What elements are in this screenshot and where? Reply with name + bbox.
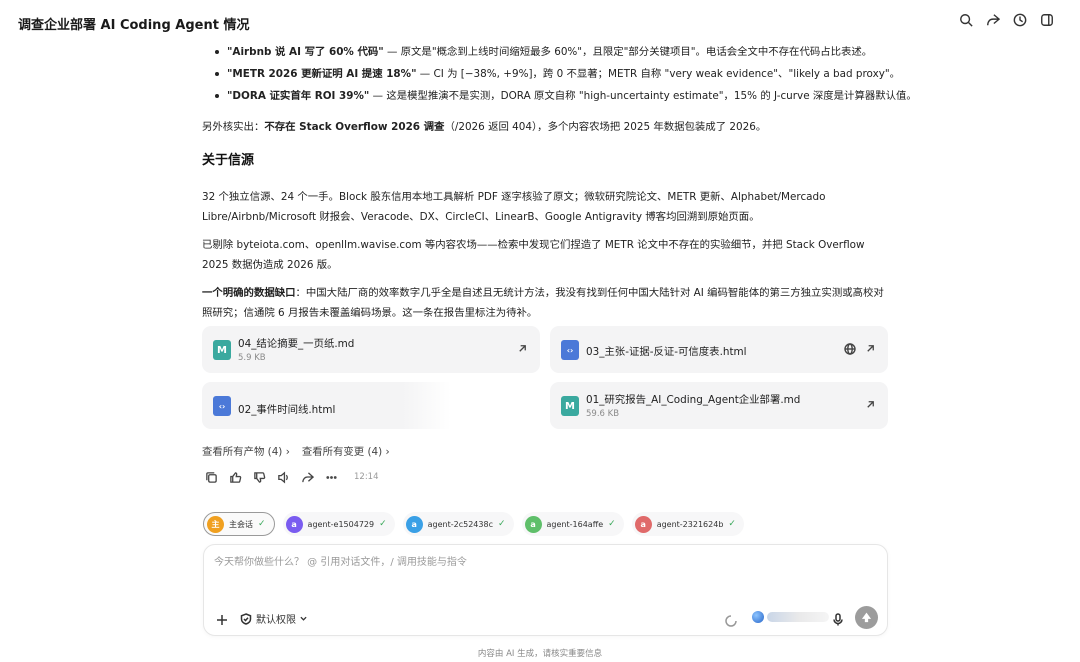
share-icon[interactable] xyxy=(300,470,314,484)
blur-overlay xyxy=(402,382,542,429)
markdown-file-icon: M xyxy=(561,396,579,416)
also-prefix: 另外核实出： xyxy=(202,121,265,133)
file-size: 5.9 KB xyxy=(238,353,266,363)
html-file-icon: ‹› xyxy=(561,340,579,360)
claim-title: "DORA 证实首年 ROI 39%" xyxy=(227,90,370,102)
model-selector[interactable] xyxy=(752,611,829,623)
permission-selector[interactable]: 默认权限 xyxy=(240,611,307,626)
assistant-message: "Airbnb 说 AI 写了 60% 代码" — 原文是"概念到上线时间缩短最… xyxy=(202,42,917,323)
agent-chips: 主 主会话 ✓ a agent-e1504729 ✓ a agent-2c524… xyxy=(203,512,744,536)
list-item: "DORA 证实首年 ROI 39%" — 这是模型推演不是实测，DORA 原文… xyxy=(215,86,917,108)
file-cards: M 04_结论摘要_一页纸.md 5.9 KB ‹› 03_主张-证据-反证-可… xyxy=(202,326,888,429)
file-card[interactable]: M 04_结论摘要_一页纸.md 5.9 KB xyxy=(202,326,540,373)
chat-input[interactable]: 今天帮你做些什么？ @ 引用对话文件，/ 调用技能与指令 默认权限 xyxy=(203,544,888,636)
message-time: 12:14 xyxy=(354,472,379,482)
search-icon[interactable] xyxy=(959,13,973,27)
model-name-blurred xyxy=(767,612,829,622)
open-arrow-icon[interactable] xyxy=(865,399,876,410)
paragraph-sources: 32 个独立信源、24 个一手。Block 股东信用本地工具解析 PDF 逐字核… xyxy=(202,191,826,223)
check-icon: ✓ xyxy=(379,519,387,529)
file-name: 04_结论摘要_一页纸.md xyxy=(238,338,355,350)
view-artifacts-link[interactable]: 查看所有产物 (4) › xyxy=(202,443,290,458)
paragraph-gap: 一个明确的数据缺口：中国大陆厂商的效率数字几乎全是自述且无统计方法，我没有找到任… xyxy=(202,283,888,323)
footer-notice: 内容由 AI 生成，请核实重要信息 xyxy=(477,649,603,659)
chevron-right-icon: › xyxy=(285,446,290,458)
chip-label: agent-e1504729 xyxy=(307,519,375,529)
claim-title: "METR 2026 更新证明 AI 提速 18%" xyxy=(227,68,417,80)
header-actions xyxy=(959,13,1054,27)
chip-agent[interactable]: a agent-e1504729 ✓ xyxy=(282,512,395,536)
check-icon: ✓ xyxy=(608,519,616,529)
arrow-up-icon xyxy=(861,612,872,623)
sidebar-toggle-icon[interactable] xyxy=(1040,13,1054,27)
input-placeholder: 今天帮你做些什么？ @ 引用对话文件，/ 调用技能与指令 xyxy=(214,557,467,568)
view-changes-link[interactable]: 查看所有变更 (4) › xyxy=(302,443,390,458)
avatar: a xyxy=(405,515,423,533)
view-links: 查看所有产物 (4) › 查看所有变更 (4) › xyxy=(202,443,390,458)
file-card[interactable]: ‹› 03_主张-证据-反证-可信度表.html xyxy=(550,326,888,373)
paragraph-also: 另外核实出：不存在 Stack Overflow 2026 调查（/2026 返… xyxy=(202,117,888,137)
check-icon: ✓ xyxy=(258,519,266,529)
chevron-right-icon: › xyxy=(385,446,390,458)
chip-agent[interactable]: a agent-2c52438c ✓ xyxy=(402,512,514,536)
paragraph-removed: 已剔除 byteiota.com、openllm.wavise.com 等内容农… xyxy=(202,239,865,271)
chip-main-session[interactable]: 主 主会话 ✓ xyxy=(203,512,275,536)
avatar: a xyxy=(524,515,542,533)
open-arrow-icon[interactable] xyxy=(865,343,876,354)
chip-label: agent-2c52438c xyxy=(427,519,493,529)
file-card[interactable]: M 01_研究报告_AI_Coding_Agent企业部署.md 59.6 KB xyxy=(550,382,888,429)
speaker-icon[interactable] xyxy=(276,470,290,484)
markdown-file-icon: M xyxy=(213,340,231,360)
chip-label: agent-2321624b xyxy=(656,519,724,529)
claim-list: "Airbnb 说 AI 写了 60% 代码" — 原文是"概念到上线时间缩短最… xyxy=(215,42,917,108)
check-icon: ✓ xyxy=(497,519,506,529)
file-name: 01_研究报告_AI_Coding_Agent企业部署.md xyxy=(586,394,801,406)
model-icon xyxy=(752,611,764,623)
page-title: 调查企业部署 AI Coding Agent 情况 xyxy=(18,18,250,33)
more-icon[interactable] xyxy=(324,470,338,484)
html-file-icon: ‹› xyxy=(213,396,231,416)
file-card[interactable]: ‹› 02_事件时间线.html xyxy=(202,382,542,429)
chip-agent[interactable]: a agent-2321624b ✓ xyxy=(631,512,744,536)
file-name: 02_事件时间线.html xyxy=(238,404,336,416)
chip-label: agent-164affe xyxy=(546,519,604,529)
send-button[interactable] xyxy=(855,606,878,629)
chip-label: 主会话 xyxy=(229,519,253,529)
chevron-down-icon xyxy=(300,616,307,621)
avatar: 主 xyxy=(207,515,224,533)
history-icon[interactable] xyxy=(1013,13,1027,27)
message-actions: 12:14 xyxy=(204,470,379,484)
view-artifacts-label: 查看所有产物 (4) xyxy=(202,446,283,458)
view-changes-label: 查看所有变更 (4) xyxy=(301,446,383,458)
also-text: （/2026 返回 404），多个内容农场把 2025 年数据包装成了 2026… xyxy=(444,121,767,133)
file-name: 03_主张-证据-反证-可信度表.html xyxy=(586,346,747,358)
avatar: a xyxy=(634,515,652,533)
list-item: "METR 2026 更新证明 AI 提速 18%" — CI 为 [−38%,… xyxy=(215,64,900,86)
file-size: 59.6 KB xyxy=(586,409,620,419)
share-icon[interactable] xyxy=(986,13,1000,27)
gap-bold: 一个明确的数据缺口 xyxy=(202,287,296,299)
shield-check-icon xyxy=(240,612,252,625)
gap-text: ：中国大陆厂商的效率数字几乎全是自述且无统计方法，我没有找到任何中国大陆针对 A… xyxy=(202,287,884,319)
list-item: "Airbnb 说 AI 写了 60% 代码" — 原文是"概念到上线时间缩短最… xyxy=(215,42,888,64)
claim-text: — 这是模型推演不是实测，DORA 原文自称 "high-uncertainty… xyxy=(369,90,917,102)
also-bold: 不存在 Stack Overflow 2026 调查 xyxy=(264,121,445,133)
thumbs-down-icon[interactable] xyxy=(252,470,266,484)
permission-label: 默认权限 xyxy=(256,615,296,626)
thumbs-up-icon[interactable] xyxy=(228,470,242,484)
claim-text: — CI 为 [−38%, +9%]，跨 0 不显著；METR 自称 "very… xyxy=(416,68,901,80)
top-bar: 调查企业部署 AI Coding Agent 情况 xyxy=(0,0,1080,46)
avatar: a xyxy=(285,515,303,533)
microphone-icon[interactable] xyxy=(832,611,844,626)
globe-icon[interactable] xyxy=(844,343,856,355)
loading-icon xyxy=(725,612,737,627)
check-icon: ✓ xyxy=(728,519,736,529)
copy-icon[interactable] xyxy=(204,470,218,484)
chip-agent[interactable]: a agent-164affe ✓ xyxy=(521,512,624,536)
open-arrow-icon[interactable] xyxy=(517,343,528,354)
claim-text: — 原文是"概念到上线时间缩短最多 60%"，且限定"部分关键项目"。电话会全文… xyxy=(383,46,873,58)
section-heading: 关于信源 xyxy=(202,153,255,168)
add-icon[interactable] xyxy=(216,611,228,625)
claim-title: "Airbnb 说 AI 写了 60% 代码" xyxy=(227,46,384,58)
